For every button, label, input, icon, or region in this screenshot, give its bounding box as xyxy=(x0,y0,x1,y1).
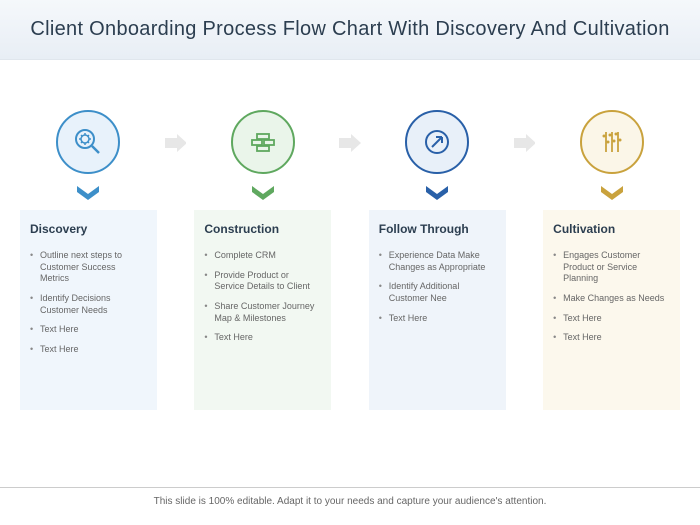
stage-card: Cultivation Engages Customer Product or … xyxy=(543,210,680,410)
stage-card: Construction Complete CRM Provide Produc… xyxy=(194,210,331,410)
flow-arrow-icon xyxy=(165,134,187,152)
stage-title: Follow Through xyxy=(379,222,496,236)
stage-title: Construction xyxy=(204,222,321,236)
list-item: Text Here xyxy=(553,328,670,348)
stage-items: Complete CRM Provide Product or Service … xyxy=(204,246,321,348)
chevron-down-icon xyxy=(601,186,623,200)
stage-items: Experience Data Make Changes as Appropri… xyxy=(379,246,496,328)
slide-header: Client Onboarding Process Flow Chart Wit… xyxy=(0,0,700,60)
growth-icon xyxy=(580,110,644,174)
list-item: Provide Product or Service Details to Cl… xyxy=(204,266,321,297)
list-item: Text Here xyxy=(30,320,147,340)
slide-title: Client Onboarding Process Flow Chart Wit… xyxy=(20,18,680,41)
list-item: Text Here xyxy=(204,328,321,348)
list-item: Text Here xyxy=(379,309,496,329)
list-item: Text Here xyxy=(553,309,670,329)
chevron-down-icon xyxy=(426,186,448,200)
stage-card: Follow Through Experience Data Make Chan… xyxy=(369,210,506,410)
magnify-gear-icon xyxy=(56,110,120,174)
list-item: Complete CRM xyxy=(204,246,321,266)
list-item: Text Here xyxy=(30,340,147,360)
chevron-down-icon xyxy=(252,186,274,200)
list-item: Identify Additional Customer Nee xyxy=(379,277,496,308)
stage-follow-through: Follow Through Experience Data Make Chan… xyxy=(369,110,506,410)
footer-text: This slide is 100% editable. Adapt it to… xyxy=(40,496,660,507)
bricks-icon xyxy=(231,110,295,174)
flow-arrow-icon xyxy=(339,134,361,152)
stage-card: Discovery Outline next steps to Customer… xyxy=(20,210,157,410)
list-item: Outline next steps to Customer Success M… xyxy=(30,246,147,289)
list-item: Make Changes as Needs xyxy=(553,289,670,309)
stage-cultivation: Cultivation Engages Customer Product or … xyxy=(543,110,680,410)
list-item: Experience Data Make Changes as Appropri… xyxy=(379,246,496,277)
arrow-up-circle-icon xyxy=(405,110,469,174)
stage-discovery: Discovery Outline next steps to Customer… xyxy=(20,110,157,410)
stage-items: Outline next steps to Customer Success M… xyxy=(30,246,147,360)
process-flow: Discovery Outline next steps to Customer… xyxy=(0,60,700,430)
stage-items: Engages Customer Product or Service Plan… xyxy=(553,246,670,348)
chevron-down-icon xyxy=(77,186,99,200)
flow-arrow-icon xyxy=(514,134,536,152)
stage-title: Discovery xyxy=(30,222,147,236)
list-item: Engages Customer Product or Service Plan… xyxy=(553,246,670,289)
stage-construction: Construction Complete CRM Provide Produc… xyxy=(194,110,331,410)
stage-title: Cultivation xyxy=(553,222,670,236)
list-item: Share Customer Journey Map & Milestones xyxy=(204,297,321,328)
list-item: Identify Decisions Customer Needs xyxy=(30,289,147,320)
slide-footer: This slide is 100% editable. Adapt it to… xyxy=(0,487,700,507)
